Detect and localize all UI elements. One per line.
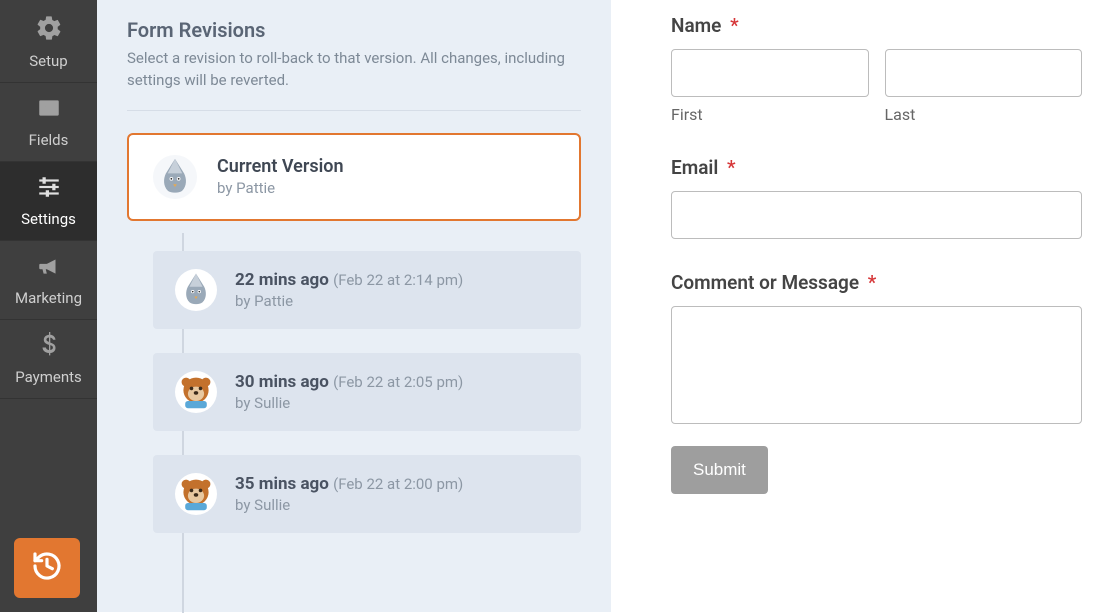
submit-button[interactable]: Submit xyxy=(671,446,768,494)
sidebar-label: Payments xyxy=(15,368,82,386)
required-mark: * xyxy=(868,271,877,294)
revision-byline: by Pattie xyxy=(235,292,463,310)
revision-timestamp: (Feb 22 at 2:00 pm) xyxy=(333,475,463,493)
revision-card[interactable]: 35 mins ago (Feb 22 at 2:00 pm) by Sulli… xyxy=(153,455,581,533)
revision-timestamp: (Feb 22 at 2:05 pm) xyxy=(333,373,463,391)
revision-ago: 30 mins ago xyxy=(235,372,329,392)
avatar-bear xyxy=(175,473,217,515)
form-preview: Name * First Last Email * Comment or Mes… xyxy=(611,0,1116,612)
comment-textarea[interactable] xyxy=(671,306,1082,424)
sidebar-item-fields[interactable]: Fields xyxy=(0,83,97,162)
revision-byline: by Sullie xyxy=(235,496,463,514)
sidebar-item-marketing[interactable]: Marketing xyxy=(0,241,97,320)
current-version-title: Current Version xyxy=(217,156,344,177)
dollar-icon xyxy=(40,332,58,368)
revision-ago: 35 mins ago xyxy=(235,474,329,494)
revisions-timeline: Current Version by Pattie 22 mins ago (F… xyxy=(127,133,581,533)
sidebar-label: Fields xyxy=(29,131,69,149)
revision-timestamp: (Feb 22 at 2:14 pm) xyxy=(333,271,463,289)
avatar-bear xyxy=(175,371,217,413)
sidebar-label: Marketing xyxy=(15,289,82,307)
current-version-byline: by Pattie xyxy=(217,179,344,197)
bullhorn-icon xyxy=(35,253,63,289)
sidebar-label: Setup xyxy=(29,52,67,70)
sidebar-label: Settings xyxy=(21,210,76,228)
email-input[interactable] xyxy=(671,191,1082,239)
avatar-pigeon xyxy=(153,155,197,199)
required-mark: * xyxy=(730,14,739,37)
gear-icon xyxy=(35,14,63,52)
sidebar-item-settings[interactable]: Settings xyxy=(0,162,97,241)
avatar-pigeon xyxy=(175,269,217,311)
revision-current-card[interactable]: Current Version by Pattie xyxy=(127,133,581,221)
name-label: Name * xyxy=(671,14,1082,37)
email-label: Email * xyxy=(671,156,1082,179)
last-sublabel: Last xyxy=(885,105,1083,124)
revision-ago: 22 mins ago xyxy=(235,270,329,290)
last-name-input[interactable] xyxy=(885,49,1083,97)
revision-byline: by Sullie xyxy=(235,394,463,412)
first-name-input[interactable] xyxy=(671,49,869,97)
first-sublabel: First xyxy=(671,105,869,124)
history-icon xyxy=(31,550,63,586)
sidebar-item-setup[interactable]: Setup xyxy=(0,2,97,83)
list-icon xyxy=(35,95,63,131)
comment-label: Comment or Message * xyxy=(671,271,1082,294)
revisions-title: Form Revisions xyxy=(127,18,581,42)
revision-card[interactable]: 30 mins ago (Feb 22 at 2:05 pm) by Sulli… xyxy=(153,353,581,431)
field-name: Name * First Last xyxy=(671,14,1082,124)
revisions-history-button[interactable] xyxy=(14,538,80,598)
builder-sidebar: Setup Fields Settings Marketing Payments xyxy=(0,0,97,612)
sliders-icon xyxy=(35,174,63,210)
revisions-description: Select a revision to roll-back to that v… xyxy=(127,48,567,92)
field-comment: Comment or Message * xyxy=(671,271,1082,428)
divider xyxy=(127,110,581,111)
sidebar-item-payments[interactable]: Payments xyxy=(0,320,97,399)
required-mark: * xyxy=(727,156,736,179)
revision-card[interactable]: 22 mins ago (Feb 22 at 2:14 pm) by Patti… xyxy=(153,251,581,329)
field-email: Email * xyxy=(671,156,1082,239)
revisions-panel: Form Revisions Select a revision to roll… xyxy=(97,0,611,612)
